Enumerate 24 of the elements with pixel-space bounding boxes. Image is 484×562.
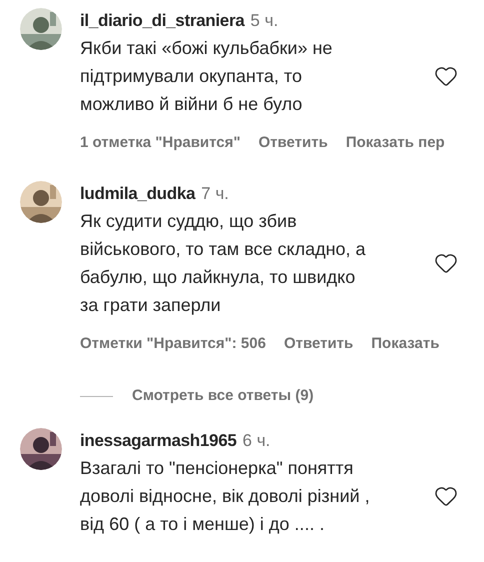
comment-time: 7 ч. (201, 182, 229, 204)
username[interactable]: inessagarmash1965 (80, 428, 237, 453)
comment-text: доволі відносне, вік доволі різний , (80, 484, 371, 508)
comment-text: Якби такі «божі кульбабки» не (80, 37, 334, 60)
comment-time: 6 ч. (242, 430, 270, 452)
comment-text: за грати заперли (80, 294, 222, 317)
username[interactable]: ludmila_dudka (80, 180, 196, 206)
action-link[interactable]: Показать (371, 332, 440, 355)
comment-time: 5 ч. (250, 10, 278, 32)
comment-text: військового, то там все складно, а (80, 238, 367, 261)
view-replies-link[interactable]: Смотреть все ответы (9) (132, 385, 314, 408)
action-link[interactable]: Показать пер (346, 132, 445, 154)
comment-text: Як судити суддю, що збив (80, 210, 298, 233)
action-link[interactable]: Ответить (258, 132, 328, 154)
comment-text: Взагалі то "пенсіонерка" поняття (80, 456, 354, 480)
likes-count[interactable]: 1 отметка "Нравится" (80, 132, 240, 154)
username[interactable]: il_diario_di_straniera (80, 8, 244, 34)
comment-text: від 60 ( а то і менше) і до .... . (80, 512, 326, 536)
like-icon[interactable] (434, 64, 458, 88)
comment-text: бабулю, що лайкнула, то швидко (80, 266, 356, 289)
likes-count[interactable]: Отметки "Нравится": 506 (80, 332, 266, 355)
action-link[interactable]: Ответить (284, 332, 354, 355)
comment-text: підтримували окупанта, то (80, 65, 303, 88)
comment-text: можливо й війни б не було (80, 93, 304, 116)
